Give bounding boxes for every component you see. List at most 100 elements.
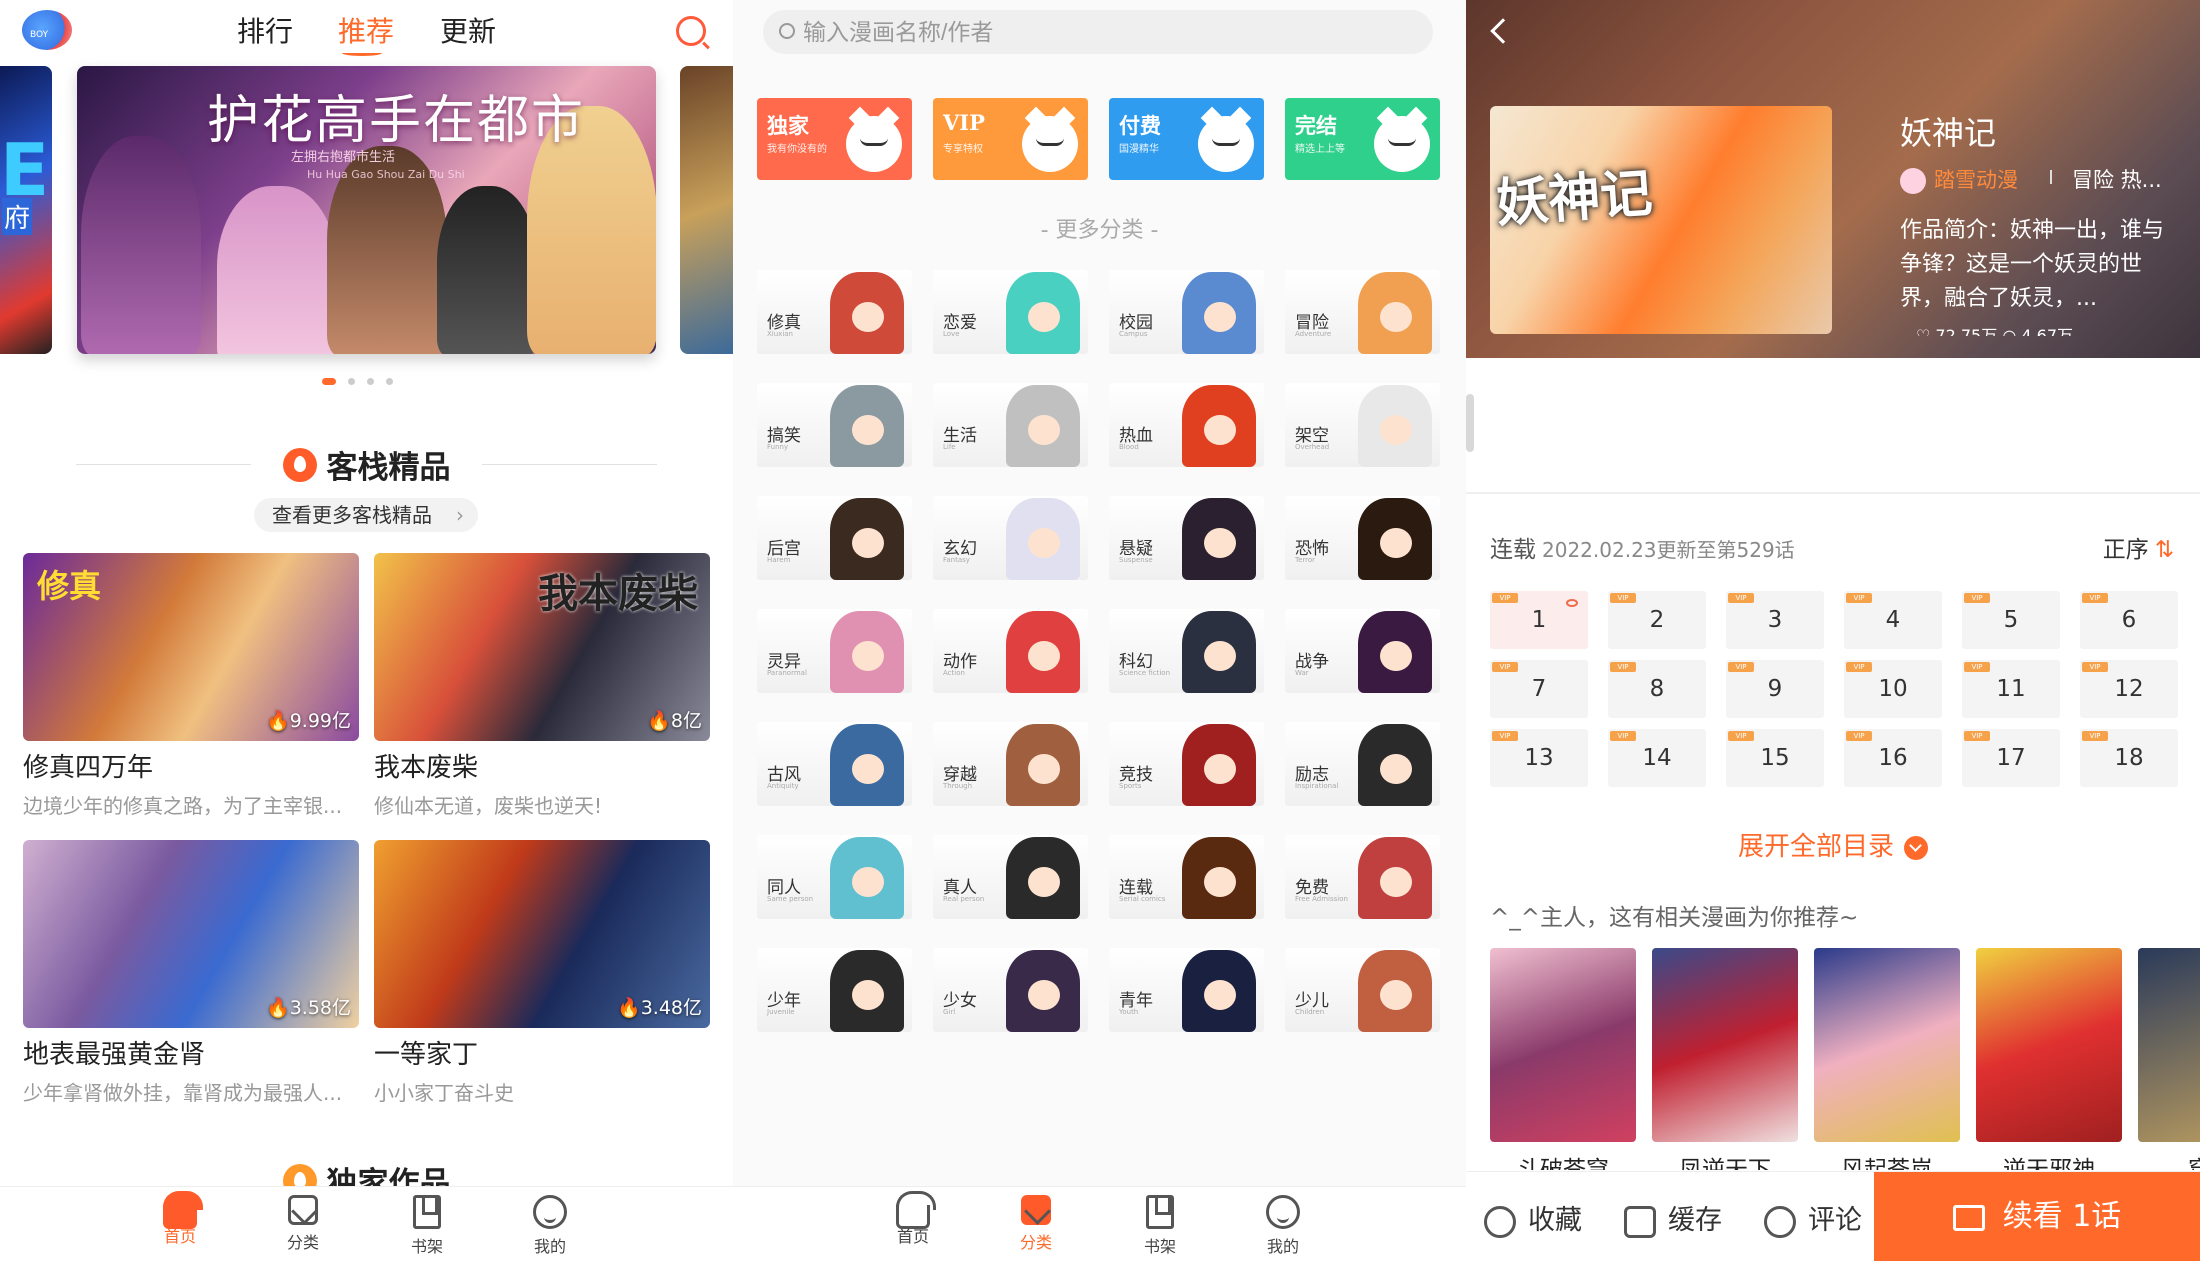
category-item-13[interactable]: 动作 Action [933,609,1088,693]
comic-card[interactable]: 🔥3.58亿 地表最强黄金肾 少年拿肾做外挂，靠肾成为最强人... [23,840,359,1106]
category-item-9[interactable]: 玄幻 Fantasy [933,496,1088,580]
category-item-15[interactable]: 战争 War [1285,609,1440,693]
recommend-item[interactable]: 逆天邪神 [1976,948,2122,1170]
banner-title: 护花高手在都市 [207,91,586,151]
nav-category[interactable]: 分类 [996,1195,1076,1253]
continue-reading-button[interactable]: 续看 1话 [1874,1172,2200,1261]
nav-label: 分类 [286,1233,319,1252]
tab-ranking[interactable]: 排行 [237,10,293,50]
episode-button[interactable]: VIP 4 [1844,591,1942,649]
category-item-7[interactable]: 架空 Overhead [1285,383,1440,467]
featured-category-2[interactable]: 付费 国漫精华 [1109,98,1264,180]
category-item-5[interactable]: 生活 Life [933,383,1088,467]
vip-badge: VIP [1846,731,1872,741]
profile-icon [533,1195,567,1229]
search-icon[interactable] [676,16,706,46]
pagination-dot[interactable] [386,378,393,385]
category-item-11[interactable]: 恐怖 Terror [1285,496,1440,580]
recommend-item[interactable]: 凤逆天下 [1652,948,1798,1170]
nav-bookshelf[interactable]: 书架 [387,1195,467,1257]
featured-category-3[interactable]: 完结 精选上上等 [1285,98,1440,180]
episode-button[interactable]: VIP 1 [1490,591,1588,649]
pagination-dot[interactable] [322,378,336,385]
category-item-14[interactable]: 科幻 Science fiction [1109,609,1264,693]
nav-home[interactable]: 首页 [140,1191,220,1247]
banner-next-peek[interactable] [680,66,733,354]
category-item-25[interactable]: 少女 Girl [933,948,1088,1032]
category-item-0[interactable]: 修真 Xiuxian [757,270,912,354]
episode-button[interactable]: VIP 17 [1962,729,2060,787]
episode-button[interactable]: VIP 14 [1608,729,1706,787]
tab-update[interactable]: 更新 [440,10,496,50]
category-item-27[interactable]: 少儿 Children [1285,948,1440,1032]
author-link[interactable]: 踏雪动漫 [1900,164,2018,194]
expand-catalog-button[interactable]: 展开全部目录 [1466,826,2200,863]
episode-button[interactable]: VIP 8 [1608,660,1706,718]
search-input[interactable] [803,10,1403,54]
episode-button[interactable]: VIP 5 [1962,591,2060,649]
see-more-button[interactable]: 查看更多客栈精品 › [254,498,478,532]
nav-category[interactable]: 分类 [263,1195,343,1253]
nav-home[interactable]: 首页 [873,1191,953,1247]
episode-button[interactable]: VIP 15 [1726,729,1824,787]
category-item-6[interactable]: 热血 Blood [1109,383,1264,467]
nav-bookshelf[interactable]: 书架 [1120,1195,1200,1257]
category-item-8[interactable]: 后宫 Harem [757,496,912,580]
episode-button[interactable]: VIP 13 [1490,729,1588,787]
comic-card[interactable]: 🔥3.48亿 一等家丁 小小家丁奋斗史 [374,840,710,1106]
category-item-24[interactable]: 少年 Juvenile [757,948,912,1032]
banner-prev-peek[interactable]: E府 [0,66,52,354]
cache-button[interactable]: 缓存 [1624,1198,1722,1238]
comment-button[interactable]: 评论 [1764,1198,1862,1238]
featured-category-0[interactable]: 独家 我有你没有的 [757,98,912,180]
episode-button[interactable]: VIP 16 [1844,729,1942,787]
category-item-3[interactable]: 冒险 Adventure [1285,270,1440,354]
recommend-item[interactable]: 穿越 [2138,948,2200,1170]
nav-profile[interactable]: 我的 [1243,1195,1323,1257]
episode-button[interactable]: VIP 7 [1490,660,1588,718]
boy-channel-icon[interactable]: BOY [22,10,72,50]
recommend-item[interactable]: 风起苍岚 [1814,948,1960,1170]
sort-order-toggle[interactable]: 正序 ⇅ [2103,530,2174,564]
category-item-17[interactable]: 穿越 Through [933,722,1088,806]
category-item-4[interactable]: 搞笑 Funny [757,383,912,467]
category-item-18[interactable]: 竞技 Sports [1109,722,1264,806]
category-item-21[interactable]: 真人 Real person [933,835,1088,919]
recommend-item[interactable]: 斗破苍穹 [1490,948,1636,1170]
episode-button[interactable]: VIP 2 [1608,591,1706,649]
comic-card[interactable]: 修真 🔥9.99亿 修真四万年 边境少年的修真之路，为了主宰银... [23,553,359,819]
episode-button[interactable]: VIP 12 [2080,660,2178,718]
scrollbar-thumb[interactable] [1466,394,1474,452]
category-item-23[interactable]: 免费 Free Admission [1285,835,1440,919]
search-bar[interactable] [763,10,1433,54]
category-item-22[interactable]: 连载 Serial comics [1109,835,1264,919]
category-item-20[interactable]: 同人 Same person [757,835,912,919]
pagination-dot[interactable] [367,378,374,385]
bookshelf-icon [413,1195,441,1229]
banner-slide[interactable]: 护花高手在都市 左拥右抱都市生活 Hu Hua Gao Shou Zai Du … [77,66,656,354]
detail-hero: 妖神记 妖神记 踏雪动漫 冒险 热... 作品简介：妖神一出，谁与争锋？这是一个… [1466,0,2200,358]
expand-label: 展开全部目录 [1737,832,1894,862]
collect-button[interactable]: 收藏 [1484,1198,1582,1238]
episode-button[interactable]: VIP 18 [2080,729,2178,787]
featured-category-1[interactable]: VIP 专享特权 [933,98,1088,180]
episode-button[interactable]: VIP 11 [1962,660,2060,718]
episode-button[interactable]: VIP 10 [1844,660,1942,718]
nav-profile[interactable]: 我的 [510,1195,590,1257]
category-item-2[interactable]: 校园 Campus [1109,270,1264,354]
category-item-16[interactable]: 古风 Antiquity [757,722,912,806]
category-item-1[interactable]: 恋爱 Love [933,270,1088,354]
episode-button[interactable]: VIP 3 [1726,591,1824,649]
category-item-19[interactable]: 励志 Inspirational [1285,722,1440,806]
comic-card[interactable]: 我本废柴 🔥8亿 我本废柴 修仙本无道，废柴也逆天! [374,553,710,819]
vip-badge: VIP [1728,662,1754,672]
episode-button[interactable]: VIP 9 [1726,660,1824,718]
category-item-10[interactable]: 悬疑 Suspense [1109,496,1264,580]
pagination-dot[interactable] [348,378,355,385]
bottom-nav: 首页 分类 书架 我的 [0,1186,733,1261]
category-item-26[interactable]: 青年 Youth [1109,948,1264,1032]
episode-button[interactable]: VIP 6 [2080,591,2178,649]
category-item-12[interactable]: 灵异 Paranormal [757,609,912,693]
episode-number: 15 [1760,745,1790,771]
tab-recommend[interactable]: 推荐 [338,10,394,50]
